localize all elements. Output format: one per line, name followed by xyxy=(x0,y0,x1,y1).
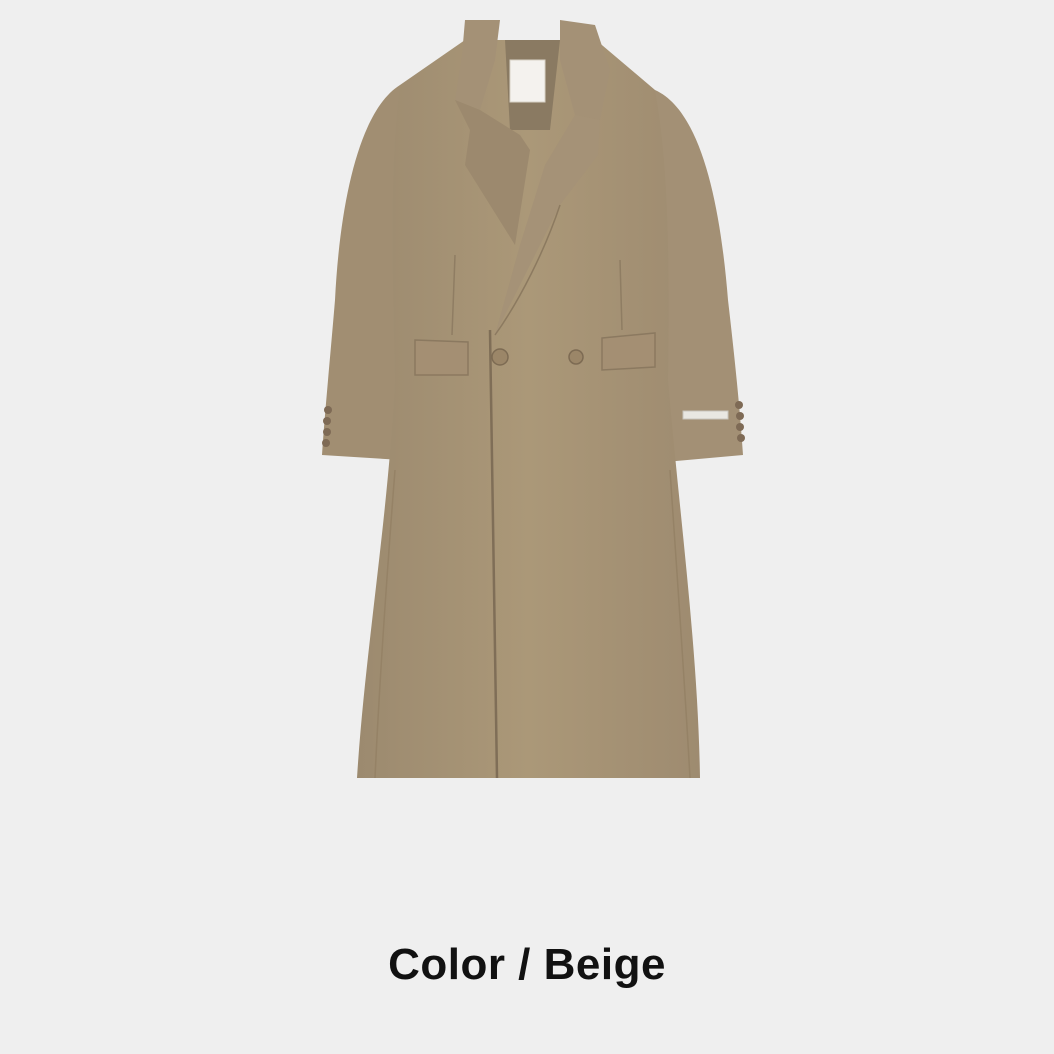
product-color-card: Color / Beige xyxy=(0,0,1054,1054)
coat-photo xyxy=(322,20,745,779)
sleeve-tab xyxy=(682,410,729,420)
color-caption: Color / Beige xyxy=(388,940,666,989)
pocket-left xyxy=(414,339,469,376)
pocket-right xyxy=(601,332,656,371)
button-1 xyxy=(491,348,509,366)
neck-label xyxy=(509,59,546,103)
button-2 xyxy=(568,349,584,365)
